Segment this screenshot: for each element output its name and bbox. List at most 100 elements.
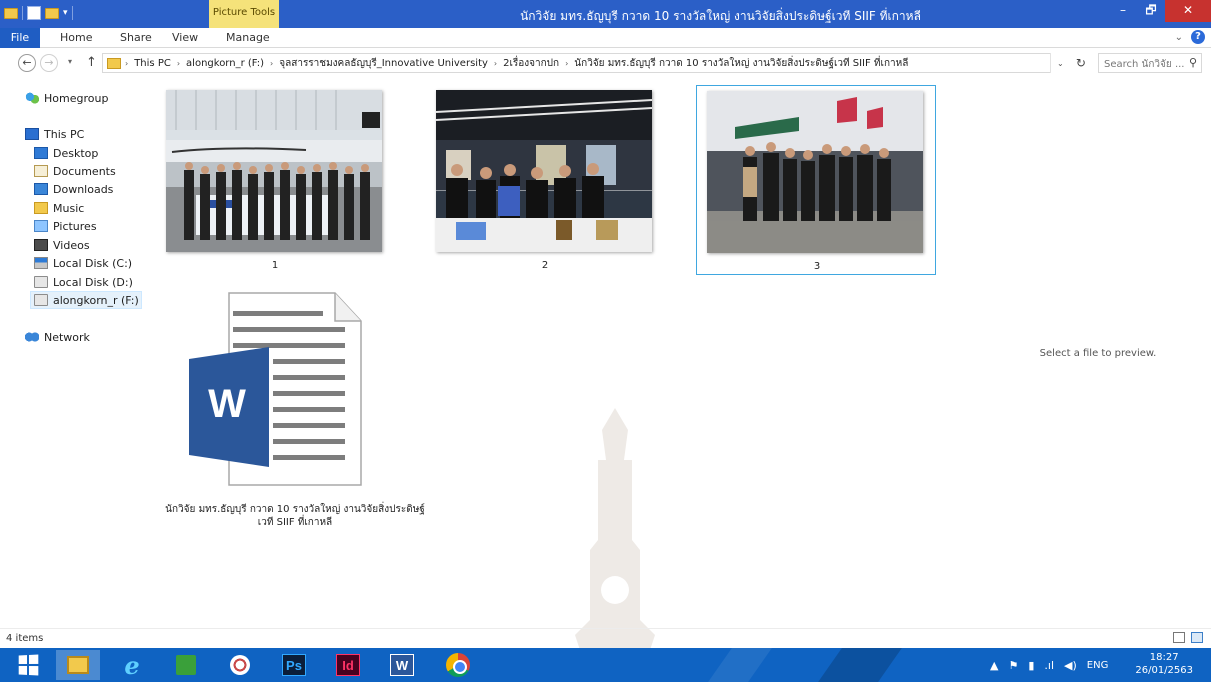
booth-photo-icon [436, 90, 652, 252]
new-folder-icon[interactable] [45, 7, 59, 19]
word-icon: W [390, 654, 414, 676]
breadcrumb-separator[interactable]: › [494, 59, 497, 68]
close-button[interactable]: ✕ [1165, 0, 1211, 22]
address-bar[interactable]: › This PC › alongkorn_r (F:) › จุลสารราช… [102, 53, 1092, 73]
taskbar-internet-explorer[interactable]: e [110, 650, 154, 680]
file-item[interactable]: 1 [166, 90, 384, 271]
action-center-flag-icon[interactable]: ⚑ [1008, 659, 1018, 672]
up-button[interactable]: ↑ [86, 55, 97, 70]
indesign-icon: Id [336, 654, 360, 676]
nav-network[interactable]: Network [25, 328, 90, 346]
forward-button[interactable]: → [40, 54, 58, 72]
nav-documents[interactable]: Documents [34, 162, 116, 180]
nav-label: Local Disk (D:) [53, 275, 133, 289]
nav-desktop[interactable]: Desktop [34, 144, 98, 162]
breadcrumb-subfolder[interactable]: 2เรื่องจากปก [503, 56, 559, 71]
nav-label: Downloads [53, 182, 114, 196]
image-thumbnail[interactable] [707, 91, 923, 253]
folder-icon [107, 57, 121, 69]
start-button[interactable] [6, 650, 50, 680]
breadcrumb-current[interactable]: นักวิจัย มทร.ธัญบุรี กวาด 10 รางวัลใหญ่ … [574, 56, 908, 71]
nav-music[interactable]: Music [34, 199, 84, 217]
search-icon[interactable]: ⚲ [1189, 56, 1197, 69]
search-input[interactable]: Search นักวิจัย ... ⚲ [1098, 53, 1202, 73]
large-icons-view-icon[interactable] [1191, 632, 1203, 643]
address-tools: ⌄ ↻ [1050, 53, 1092, 73]
breadcrumb-separator[interactable]: › [565, 59, 568, 68]
details-view-icon[interactable] [1173, 632, 1185, 643]
refresh-icon[interactable]: ↻ [1076, 56, 1086, 70]
item-count: 4 items [6, 633, 44, 644]
breadcrumb-separator[interactable]: › [125, 59, 128, 68]
volume-icon[interactable]: ◀) [1064, 659, 1077, 672]
file-name-line1: นักวิจัย มทร.ธัญบุรี กวาด 10 รางวัลใหญ่ … [165, 504, 425, 515]
file-list: 1 2 3 W นักวิจัย มทร.ธัญบุรี กวาด 10 ราง… [145, 80, 975, 625]
nav-label: Documents [53, 164, 116, 178]
file-item-selected[interactable]: 3 [696, 85, 936, 275]
breadcrumb-folder[interactable]: จุลสารราชมงคลธัญบุรี_Innovative Universi… [279, 56, 488, 71]
tab-home[interactable]: Home [60, 28, 92, 48]
system-clock[interactable]: 18:27 26/01/2563 [1135, 651, 1193, 677]
nav-pictures[interactable]: Pictures [34, 217, 97, 235]
taskbar-chrome[interactable] [436, 650, 480, 680]
network-icon [25, 331, 39, 343]
nav-videos[interactable]: Videos [34, 236, 90, 254]
show-hidden-icons-icon[interactable]: ▲ [990, 659, 998, 672]
address-dropdown-icon[interactable]: ⌄ [1057, 59, 1064, 68]
nav-local-disk-d[interactable]: Local Disk (D:) [34, 273, 133, 291]
videos-icon [34, 239, 48, 251]
customize-toolbar-icon[interactable]: ▾ [63, 8, 68, 18]
network-status-icon[interactable]: ▮ [1028, 659, 1034, 672]
tab-manage[interactable]: Manage [226, 28, 270, 48]
music-icon [34, 202, 48, 214]
properties-icon[interactable] [27, 6, 41, 20]
image-thumbnail[interactable] [436, 90, 652, 252]
recent-locations-icon[interactable]: ▾ [68, 57, 72, 66]
picture-tools-tab[interactable]: Picture Tools [209, 0, 279, 28]
breadcrumb-drive[interactable]: alongkorn_r (F:) [186, 58, 264, 69]
snipping-tool-icon [230, 655, 250, 675]
view-buttons [1173, 632, 1203, 643]
input-language[interactable]: ENG [1087, 660, 1109, 671]
file-item[interactable]: 2 [436, 90, 654, 271]
pictures-icon [34, 220, 48, 232]
drive-icon [34, 294, 48, 306]
nav-drive-f[interactable]: alongkorn_r (F:) [30, 291, 142, 309]
group-photo-icon [166, 90, 382, 240]
file-explorer-icon [67, 656, 89, 674]
back-button[interactable]: ← [18, 54, 36, 72]
nav-homegroup[interactable]: Homegroup [25, 89, 108, 107]
breadcrumb-this-pc[interactable]: This PC [134, 58, 171, 69]
taskbar-snipping-tool[interactable] [218, 650, 262, 680]
help-icon[interactable]: ? [1191, 30, 1205, 44]
taskbar-file-explorer[interactable] [56, 650, 100, 680]
nav-label: Homegroup [44, 91, 109, 105]
address-row: ← → ▾ ↑ › This PC › alongkorn_r (F:) › จ… [0, 50, 1211, 76]
photoshop-icon: Ps [282, 654, 306, 676]
breadcrumb-separator[interactable]: › [270, 59, 273, 68]
taskbar-photoshop[interactable]: Ps [272, 650, 316, 680]
nav-this-pc[interactable]: This PC [25, 125, 84, 143]
tab-view[interactable]: View [172, 28, 198, 48]
store-icon [176, 655, 196, 675]
nav-downloads[interactable]: Downloads [34, 180, 113, 198]
breadcrumb-separator[interactable]: › [177, 59, 180, 68]
tab-file[interactable]: File [0, 28, 40, 48]
folder-icon[interactable] [4, 7, 18, 19]
tab-share[interactable]: Share [120, 28, 152, 48]
signal-strength-icon[interactable]: .ıl [1044, 659, 1054, 672]
downloads-icon [34, 183, 48, 195]
restore-button[interactable]: 🗗 [1137, 0, 1165, 22]
title-bar: ▾ Picture Tools นักวิจัย มทร.ธัญบุรี กวา… [0, 0, 1211, 28]
nav-local-disk-c[interactable]: Local Disk (C:) [34, 254, 132, 272]
homegroup-icon [25, 92, 39, 104]
nav-label: Local Disk (C:) [53, 256, 133, 270]
taskbar-indesign[interactable]: Id [326, 650, 370, 680]
taskbar-store[interactable] [164, 650, 208, 680]
system-drive-icon [34, 257, 48, 269]
image-thumbnail[interactable] [166, 90, 382, 252]
expand-ribbon-icon[interactable]: ⌄ [1175, 32, 1183, 43]
taskbar-word[interactable]: W [380, 650, 424, 680]
taskbar-decoration [818, 648, 902, 682]
minimize-button[interactable]: – [1109, 0, 1137, 22]
